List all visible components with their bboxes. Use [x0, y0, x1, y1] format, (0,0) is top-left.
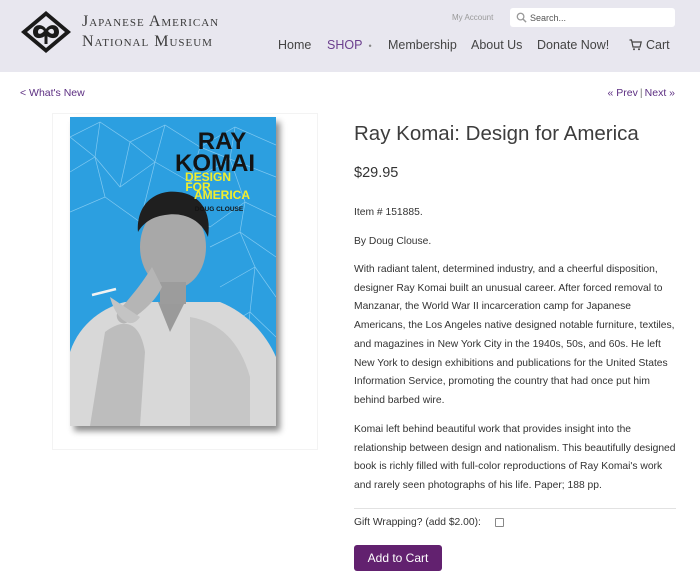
item-number: Item # 151885. — [354, 207, 423, 218]
prev-link[interactable]: « Prev — [608, 87, 638, 99]
nav-home[interactable]: Home — [278, 38, 311, 52]
product-price: $29.95 — [354, 165, 399, 181]
nav-cart-label: Cart — [646, 38, 670, 52]
product-author: By Doug Clouse. — [354, 236, 432, 247]
nav-membership[interactable]: Membership — [388, 38, 457, 52]
museum-name[interactable]: Japanese American National Museum — [82, 12, 219, 52]
site-header: Japanese American National Museum My Acc… — [0, 0, 700, 72]
my-account-link[interactable]: My Account — [452, 13, 493, 22]
pager-separator: | — [639, 87, 643, 99]
product-description-1: With radiant talent, determined industry… — [354, 264, 675, 406]
gift-wrap-label: Gift Wrapping? (add $2.00): — [354, 517, 481, 528]
cover-subtitle-line3: AMERICA — [194, 188, 250, 202]
book-cover-art: RAY KOMAI DESIGN FOR AMERICA DOUG CLOUSE — [70, 117, 276, 426]
nav-shop[interactable]: SHOP • — [327, 38, 372, 52]
search-icon — [516, 12, 527, 23]
museum-name-line2: National Museum — [82, 33, 213, 50]
product-pager: « Prev | Next » — [608, 87, 675, 99]
museum-name-line1: Japanese American — [82, 13, 220, 30]
cart-icon — [629, 39, 642, 51]
next-link[interactable]: Next » — [645, 87, 675, 99]
nav-shop-label: SHOP — [327, 38, 363, 52]
gift-wrap-checkbox[interactable] — [495, 518, 504, 527]
nav-about-us[interactable]: About Us — [471, 38, 522, 52]
cover-author: DOUG CLOUSE — [195, 206, 244, 213]
product-description-2: Komai left behind beautiful work that pr… — [354, 424, 676, 492]
product-image[interactable]: RAY KOMAI DESIGN FOR AMERICA DOUG CLOUSE — [70, 117, 276, 426]
search-input[interactable] — [530, 10, 670, 25]
add-to-cart-button[interactable]: Add to Cart — [354, 545, 442, 571]
divider — [354, 508, 676, 509]
back-to-whats-new-link[interactable]: < What's New — [20, 87, 85, 99]
nav-cart[interactable]: Cart — [629, 38, 670, 52]
search-box[interactable] — [510, 8, 675, 27]
product-title: Ray Komai: Design for America — [354, 122, 639, 145]
nav-donate[interactable]: Donate Now! — [537, 38, 609, 52]
museum-logo-icon[interactable] — [20, 10, 72, 54]
shop-active-dot: • — [368, 41, 372, 51]
